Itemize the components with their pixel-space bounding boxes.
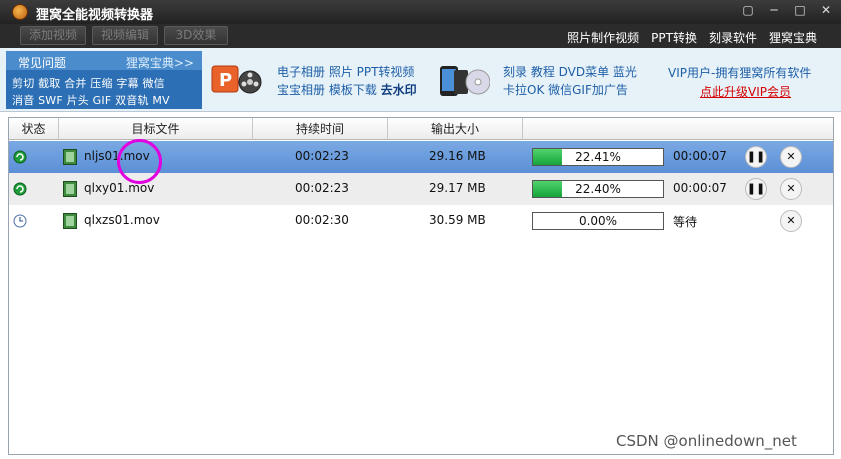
- window-title: 狸窝全能视频转换器: [36, 8, 154, 23]
- output-size: 29.16 MB: [429, 149, 486, 163]
- close-icon[interactable]: ✕: [819, 3, 833, 17]
- header-status[interactable]: 状态: [9, 118, 59, 140]
- duration: 00:02:23: [295, 181, 349, 195]
- table-header: 状态 目标文件 持续时间 输出大小: [9, 118, 833, 140]
- maximize-icon[interactable]: □: [793, 3, 807, 17]
- progress-label: 0.00%: [578, 214, 618, 228]
- promo-template-links[interactable]: 宝宝相册 模板下载 去水印: [277, 81, 417, 98]
- status-waiting: 等待: [673, 215, 698, 229]
- header-output-size[interactable]: 输出大小: [388, 118, 523, 140]
- close-icon[interactable]: ✕: [780, 146, 802, 168]
- faq-links-row1[interactable]: 剪切 截取 合并 压缩 字幕 微信: [12, 75, 165, 91]
- promo-album-links[interactable]: 电子相册 照片 PPT转视频: [277, 63, 414, 80]
- table-row[interactable]: qlxzs01.mov 00:02:30 30.59 MB 0.00% 等待 ✕: [9, 205, 833, 237]
- video-file-icon: [63, 181, 77, 197]
- header-target-file[interactable]: 目标文件: [59, 118, 253, 140]
- remove-watermark-link[interactable]: 去水印: [381, 83, 417, 97]
- dvd-phone-icon[interactable]: [438, 60, 490, 100]
- close-icon[interactable]: ✕: [780, 178, 802, 200]
- vip-text: VIP用户-拥有狸窝所有软件: [668, 66, 812, 80]
- edit-video-button[interactable]: 视频编辑: [92, 26, 158, 45]
- watermark: CSDN @onlinedown_net: [616, 432, 797, 450]
- header-duration[interactable]: 持续时间: [253, 118, 388, 140]
- header-progress: [523, 118, 833, 140]
- ppt-convert-link[interactable]: PPT转换: [651, 29, 697, 46]
- converting-icon: [13, 150, 27, 164]
- converting-icon: [13, 182, 27, 196]
- faq-panel: 常见问题 狸窝宝典>> 剪切 截取 合并 压缩 字幕 微信 消音 SWF 片头 …: [6, 51, 202, 109]
- app-logo-icon: [12, 4, 28, 20]
- output-size: 29.17 MB: [429, 181, 486, 195]
- title-bar: 狸窝全能视频转换器 ▢ ─ □ ✕: [0, 0, 841, 24]
- annotation-circle: [117, 139, 162, 184]
- pause-icon[interactable]: ❚❚: [745, 146, 767, 168]
- file-name: qlxzs01.mov: [84, 213, 160, 227]
- progress-bar: 22.40%: [532, 180, 664, 198]
- promo-karaoke-links[interactable]: 卡拉OK 微信GIF加广告: [503, 81, 628, 98]
- add-video-button[interactable]: 添加视频: [20, 26, 86, 45]
- progress-label: 22.41%: [575, 150, 621, 164]
- close-icon[interactable]: ✕: [780, 210, 802, 232]
- pause-icon[interactable]: ❚❚: [745, 178, 767, 200]
- faq-title[interactable]: 常见问题: [18, 54, 66, 71]
- 3d-effect-button[interactable]: 3D效果: [164, 26, 228, 45]
- photo-video-link[interactable]: 照片制作视频: [567, 29, 639, 46]
- svg-text:P: P: [219, 70, 232, 91]
- toolbar: 添加视频 视频编辑 3D效果 照片制作视频 PPT转换 刻录软件 狸窝宝典: [0, 24, 841, 48]
- progress-label: 22.40%: [575, 182, 621, 196]
- output-size: 30.59 MB: [429, 213, 486, 227]
- remaining-time: 00:00:07: [673, 181, 727, 195]
- ppt-film-icon[interactable]: P: [210, 60, 262, 100]
- burn-software-link[interactable]: 刻录软件: [709, 29, 757, 46]
- faq-more-link[interactable]: 狸窝宝典>>: [126, 54, 194, 71]
- restore-icon[interactable]: ─: [767, 3, 781, 17]
- progress-bar: 22.41%: [532, 148, 664, 166]
- remaining-time: 00:00:07: [673, 149, 727, 163]
- progress-bar: 0.00%: [532, 212, 664, 230]
- duration: 00:02:23: [295, 149, 349, 163]
- clock-icon: [13, 214, 27, 228]
- duration: 00:02:30: [295, 213, 349, 227]
- video-file-icon: [63, 213, 77, 229]
- promo-template-text[interactable]: 宝宝相册 模板下载: [277, 83, 381, 97]
- vip-upgrade-link[interactable]: 点此升级VIP会员: [700, 83, 791, 100]
- video-file-icon: [63, 149, 77, 165]
- guide-link[interactable]: 狸窝宝典: [769, 29, 817, 46]
- faq-links-row2[interactable]: 消音 SWF 片头 GIF 双音轨 MV: [12, 92, 170, 108]
- promo-burn-links[interactable]: 刻录 教程 DVD菜单 蓝光: [503, 63, 637, 80]
- minimize-icon[interactable]: ▢: [741, 3, 755, 17]
- promo-banner: 常见问题 狸窝宝典>> 剪切 截取 合并 压缩 字幕 微信 消音 SWF 片头 …: [0, 48, 841, 112]
